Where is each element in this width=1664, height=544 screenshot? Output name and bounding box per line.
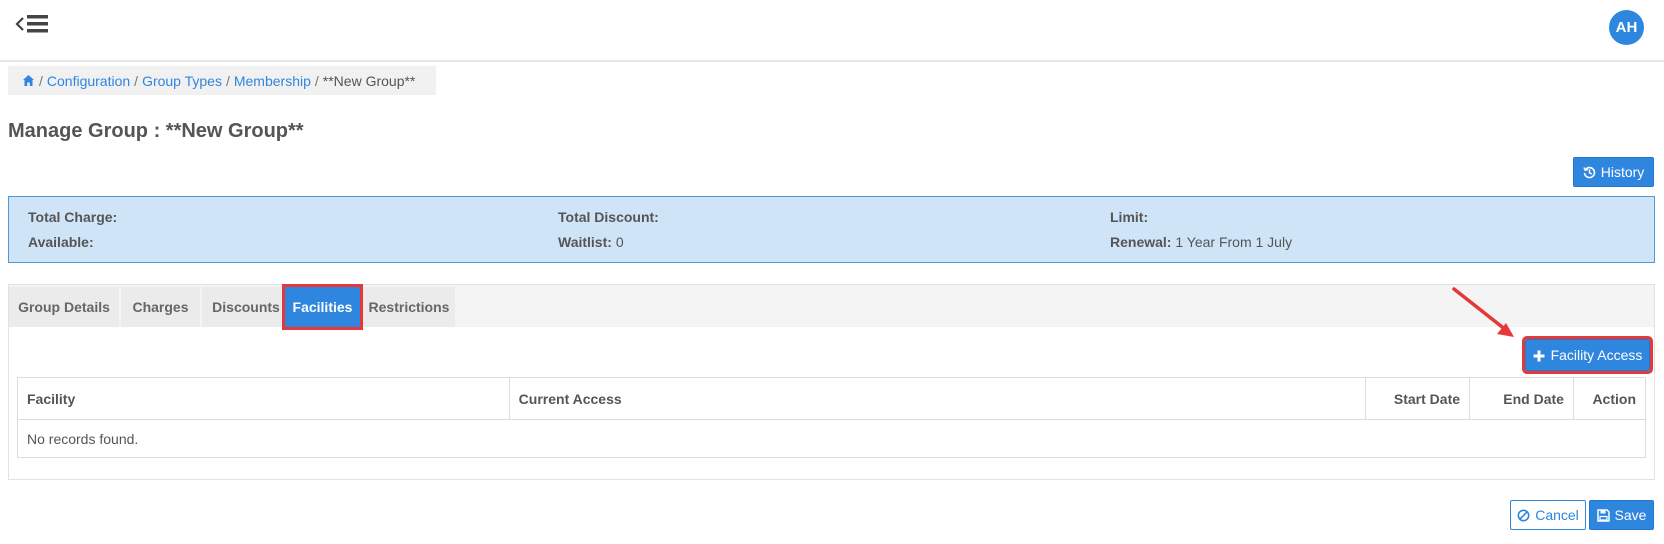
waitlist-label: Waitlist: <box>558 234 612 250</box>
history-button[interactable]: History <box>1573 157 1654 187</box>
renewal: Renewal: 1 Year From 1 July <box>1110 234 1292 250</box>
tab-group-details[interactable]: Group Details <box>9 287 119 327</box>
save-label: Save <box>1614 507 1647 523</box>
waitlist: Waitlist: 0 <box>558 234 624 250</box>
total-charge-label: Total Charge: <box>28 209 118 225</box>
breadcrumb-separator: / <box>39 72 43 89</box>
history-icon <box>1583 166 1596 179</box>
user-avatar[interactable]: AH <box>1609 10 1644 45</box>
tab-charges[interactable]: Charges <box>121 287 200 327</box>
floppy-disk-icon <box>1596 508 1610 522</box>
facility-access-label: Facility Access <box>1550 347 1643 363</box>
total-discount: Total Discount: <box>558 209 659 225</box>
limit: Limit: <box>1110 209 1148 225</box>
table-row: No records found. <box>17 419 1646 458</box>
renewal-label: Renewal: <box>1110 234 1172 250</box>
ban-icon <box>1517 509 1530 522</box>
breadcrumb-current: **New Group** <box>322 72 416 89</box>
cancel-label: Cancel <box>1535 507 1579 523</box>
breadcrumb-group-types[interactable]: Group Types <box>142 73 222 89</box>
breadcrumb-separator: / <box>225 72 230 89</box>
add-facility-access-button[interactable]: Facility Access <box>1522 336 1653 374</box>
tab-restrictions[interactable]: Restrictions <box>363 287 455 327</box>
cancel-button[interactable]: Cancel <box>1510 500 1586 530</box>
top-bar: AH <box>0 0 1664 62</box>
column-start-date[interactable]: Start Date <box>1365 377 1471 420</box>
limit-label: Limit: <box>1110 209 1149 225</box>
group-summary-panel: Total Charge: Available: Total Discount:… <box>8 196 1655 263</box>
table-header-row: Facility Current Access Start Date End D… <box>17 377 1647 420</box>
home-icon[interactable] <box>22 74 35 87</box>
tab-strip: Group Details Charges Discounts Faciliti… <box>9 284 1654 330</box>
save-button[interactable]: Save <box>1589 500 1654 530</box>
breadcrumb-separator: / <box>314 72 319 89</box>
breadcrumb-configuration[interactable]: Configuration <box>47 73 130 89</box>
tab-discounts[interactable]: Discounts <box>202 287 290 327</box>
breadcrumb-separator: / <box>134 72 139 89</box>
facilities-table: Facility Current Access Start Date End D… <box>17 377 1647 458</box>
available-label: Available: <box>28 234 94 250</box>
tab-facilities[interactable]: Facilities <box>282 284 363 330</box>
empty-message: No records found. <box>17 419 1646 458</box>
total-discount-label: Total Discount: <box>558 209 659 225</box>
breadcrumb-membership[interactable]: Membership <box>234 73 311 89</box>
column-end-date[interactable]: End Date <box>1469 377 1574 420</box>
plus-icon <box>1533 349 1546 362</box>
renewal-value: 1 Year From 1 July <box>1175 234 1293 250</box>
available: Available: <box>28 234 94 250</box>
column-action: Action <box>1572 377 1647 420</box>
total-charge: Total Charge: <box>28 209 117 225</box>
column-facility[interactable]: Facility <box>17 377 510 420</box>
menu-toggle-icon[interactable] <box>14 12 54 40</box>
column-current-access[interactable]: Current Access <box>508 377 1367 420</box>
waitlist-value: 0 <box>615 234 624 250</box>
page-title: Manage Group : **New Group** <box>8 120 304 142</box>
history-label: History <box>1600 164 1645 180</box>
breadcrumb: / Configuration / Group Types / Membersh… <box>8 66 436 95</box>
group-tabs-panel: Group Details Charges Discounts Faciliti… <box>8 284 1655 480</box>
